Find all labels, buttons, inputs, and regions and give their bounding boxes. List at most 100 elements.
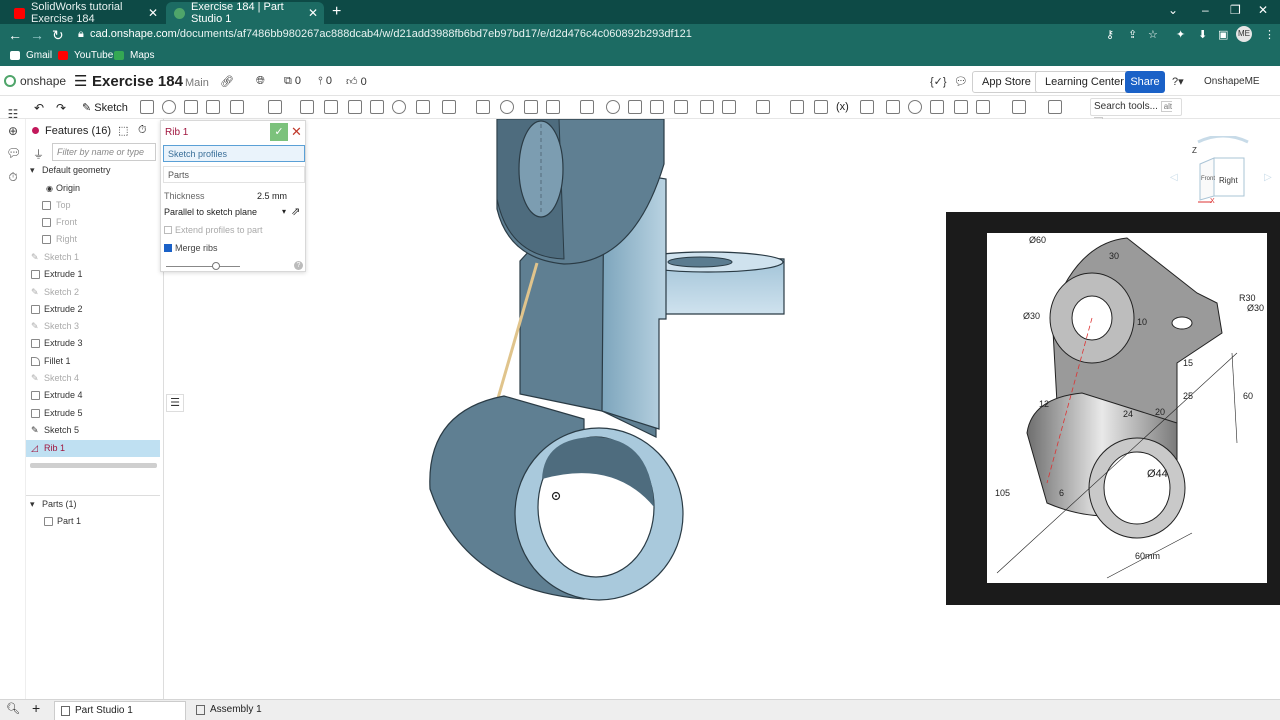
pattern-icon[interactable]: [442, 100, 456, 114]
plane-icon[interactable]: [700, 100, 714, 114]
split-icon[interactable]: [524, 100, 538, 114]
rotate-left-icon[interactable]: ◁: [1170, 172, 1178, 183]
feature-item-right[interactable]: Right: [26, 231, 160, 248]
history-icon[interactable]: ⏱︎: [6, 170, 20, 184]
star-icon[interactable]: ☆: [1148, 28, 1158, 41]
minimize-icon[interactable]: –: [1202, 3, 1209, 17]
learning-center-button[interactable]: Learning Center: [1035, 71, 1134, 93]
preview-slider-handle[interactable]: [212, 262, 220, 270]
extrude-icon[interactable]: [140, 100, 154, 114]
frame-icon[interactable]: [976, 100, 990, 114]
fillet-icon[interactable]: [268, 100, 282, 114]
sidepanel-icon[interactable]: ▣: [1218, 28, 1228, 41]
feature-item-sketch-1[interactable]: ✎ Sketch 1: [26, 249, 160, 266]
browser-tab-youtube[interactable]: SolidWorks tutorial Exercise 184 ✕: [6, 1, 164, 25]
extend-profiles-checkbox[interactable]: [164, 226, 172, 234]
part-item[interactable]: Part 1: [26, 513, 160, 530]
share-button[interactable]: Share: [1125, 71, 1165, 93]
rib-icon[interactable]: [348, 100, 362, 114]
bom-icon[interactable]: [1048, 100, 1062, 114]
direction-select[interactable]: Parallel to sketch plane ▾: [164, 207, 288, 221]
parts-group[interactable]: ▾ Parts (1): [26, 496, 160, 513]
feature-item-sketch-4[interactable]: ✎ Sketch 4: [26, 370, 160, 387]
url-field[interactable]: cad.onshape.com/documents/af7486bb980267…: [90, 28, 692, 40]
cylinder-icon[interactable]: [416, 100, 430, 114]
revolve-icon[interactable]: [162, 100, 176, 114]
onshape-logo[interactable]: onshape: [4, 74, 66, 88]
feature-item-sketch-3[interactable]: ✎ Sketch 3: [26, 318, 160, 335]
share-page-icon[interactable]: ⇪: [1128, 28, 1137, 41]
add-tab-icon[interactable]: +: [32, 700, 40, 716]
bookmark-gmail[interactable]: Gmail: [10, 50, 52, 61]
close-icon[interactable]: ✕: [291, 124, 302, 140]
search-tools-field[interactable]: Search tools... alt C: [1090, 98, 1182, 128]
rollback-icon[interactable]: ⬚: [118, 124, 128, 137]
custom-features-icon[interactable]: {✓}: [930, 75, 947, 88]
feature-item-rib-1[interactable]: ◿ Rib 1: [26, 440, 160, 457]
timer-icon[interactable]: ⏱︎: [138, 124, 147, 137]
new-tab-icon[interactable]: +: [332, 3, 341, 21]
redo-icon[interactable]: ↷: [56, 101, 66, 115]
view-right-face[interactable]: Right: [1219, 176, 1238, 185]
tab-assembly-1[interactable]: Assembly 1: [190, 701, 290, 720]
draft-icon[interactable]: [324, 100, 338, 114]
undo-icon[interactable]: ↶: [34, 101, 44, 115]
hole-icon[interactable]: [392, 100, 406, 114]
key-icon[interactable]: ⚷: [1106, 28, 1114, 41]
variable-icon[interactable]: [790, 100, 804, 114]
feature-item-sketch-2[interactable]: ✎ Sketch 2: [26, 284, 160, 301]
globe-icon[interactable]: 🌐︎: [256, 75, 265, 88]
shell-icon[interactable]: [370, 100, 384, 114]
thicken-icon[interactable]: [230, 100, 244, 114]
close-tab-icon[interactable]: ✕: [148, 6, 158, 20]
feature-item-front[interactable]: Front: [26, 214, 160, 231]
filter-icon[interactable]: ⏚: [33, 146, 44, 162]
replace-face-icon[interactable]: [650, 100, 664, 114]
notifications-icon[interactable]: 💬︎: [954, 75, 968, 88]
sm-bend-icon[interactable]: [930, 100, 944, 114]
sm-flange-icon[interactable]: [886, 100, 900, 114]
feature-list-scrollbar[interactable]: [30, 463, 157, 468]
chamfer-icon[interactable]: [300, 100, 314, 114]
feature-item-extrude-2[interactable]: Extrude 2: [26, 301, 160, 318]
weld-icon[interactable]: [1012, 100, 1026, 114]
help-icon[interactable]: ?▾: [1172, 75, 1184, 88]
bookmark-youtube[interactable]: YouTube: [58, 50, 113, 61]
loft-icon[interactable]: [206, 100, 220, 114]
mirror-icon[interactable]: [476, 100, 490, 114]
sm-tab-icon[interactable]: [908, 100, 922, 114]
feature-list-toggle-icon[interactable]: ☰: [166, 394, 184, 412]
search-tabs-icon[interactable]: 🔍︎: [6, 702, 20, 715]
move-face-icon[interactable]: [628, 100, 642, 114]
feature-item-extrude-4[interactable]: Extrude 4: [26, 387, 160, 404]
feature-item-extrude-5[interactable]: Extrude 5: [26, 405, 160, 422]
merge-ribs-checkbox[interactable]: [164, 244, 172, 252]
help-icon[interactable]: ?: [294, 261, 303, 270]
sheet-metal-icon[interactable]: [860, 100, 874, 114]
restore-icon[interactable]: ❐: [1230, 3, 1241, 17]
versions-icon[interactable]: ⧉ 0: [284, 75, 301, 88]
fx-icon[interactable]: (x): [836, 101, 849, 113]
mate-connector-icon[interactable]: [722, 100, 736, 114]
hamburger-menu-icon[interactable]: ☰: [74, 72, 87, 90]
sm-corner-icon[interactable]: [954, 100, 968, 114]
close-tab-icon[interactable]: ✕: [308, 6, 318, 20]
rotate-right-icon[interactable]: ▷: [1264, 172, 1272, 183]
parts-field[interactable]: Parts: [163, 166, 305, 183]
feature-filter-input[interactable]: Filter by name or type: [52, 143, 156, 161]
chevron-down-icon[interactable]: ⌄: [1168, 3, 1178, 17]
menu-kebab-icon[interactable]: ⋮: [1264, 28, 1275, 41]
sweep-icon[interactable]: [184, 100, 198, 114]
thickness-input[interactable]: 2.5 mm: [257, 191, 287, 201]
app-store-button[interactable]: App Store: [972, 71, 1041, 93]
comments-icon[interactable]: 💬︎: [6, 146, 21, 160]
transform-icon[interactable]: [546, 100, 560, 114]
offset-surface-icon[interactable]: [674, 100, 688, 114]
feature-item-top[interactable]: Top: [26, 197, 160, 214]
boolean-icon[interactable]: [500, 100, 514, 114]
configuration-icon[interactable]: [814, 100, 828, 114]
forward-icon[interactable]: →: [30, 27, 44, 43]
feature-item-origin[interactable]: ◉ Origin: [26, 180, 160, 197]
lock-icon[interactable]: 🔒︎: [78, 28, 84, 41]
feature-item-extrude-1[interactable]: Extrude 1: [26, 266, 160, 283]
